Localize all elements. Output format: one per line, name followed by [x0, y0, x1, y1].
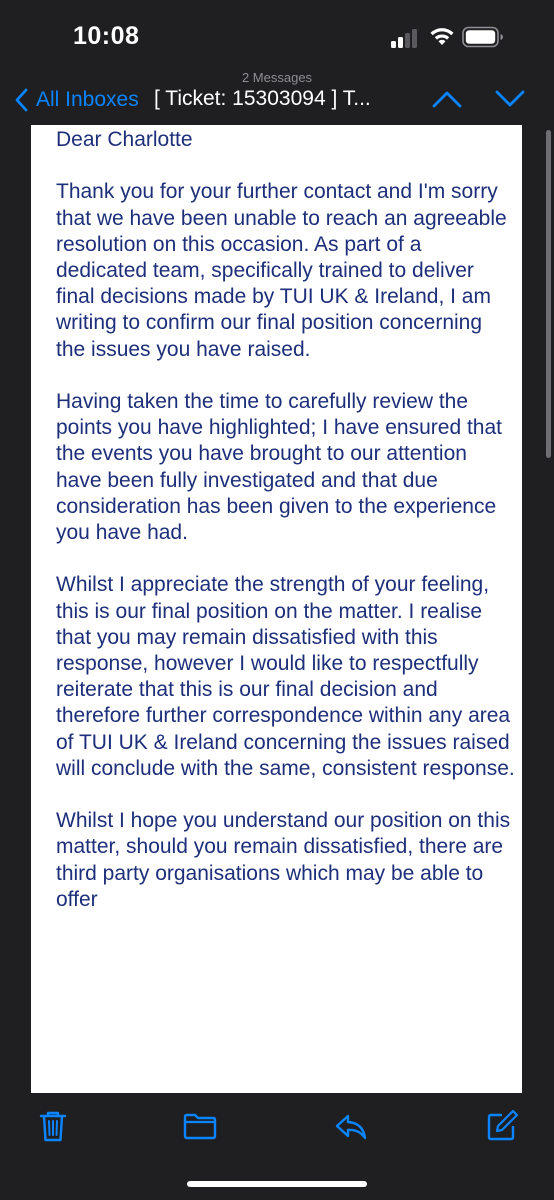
cellular-signal-icon	[391, 28, 421, 48]
email-paragraph: Whilst I appreciate the strength of your…	[56, 573, 515, 780]
folder-icon[interactable]	[182, 1108, 218, 1144]
message-count: 2 Messages	[241, 70, 313, 85]
compose-icon[interactable]	[484, 1108, 520, 1144]
back-button-label: All Inboxes	[36, 88, 139, 111]
status-bar: 10:08	[0, 0, 554, 70]
scrollbar[interactable]	[546, 130, 551, 458]
home-indicator[interactable]	[187, 1181, 367, 1187]
thread-subject: [ Ticket: 15303094 ] T...	[154, 87, 371, 110]
wifi-icon	[430, 28, 454, 45]
chevron-left-icon	[15, 88, 28, 112]
reply-icon[interactable]	[333, 1108, 369, 1144]
email-message[interactable]: Dear Charlotte Thank you for your furthe…	[31, 125, 522, 1093]
email-paragraph: Having taken the time to carefully revie…	[56, 390, 502, 545]
trash-icon[interactable]	[35, 1108, 71, 1144]
back-button[interactable]: All Inboxes	[14, 86, 139, 114]
email-paragraph: Thank you for your further contact and I…	[56, 180, 507, 361]
email-greeting: Dear Charlotte	[56, 128, 193, 151]
chevron-down-icon[interactable]	[494, 88, 526, 110]
mail-screen: 10:08 2 Messages All Inboxes [ Ticket: 1…	[0, 0, 554, 1200]
chevron-up-icon[interactable]	[431, 88, 463, 110]
email-body: Dear Charlotte Thank you for your furthe…	[56, 127, 516, 939]
navigation-bar: 2 Messages All Inboxes [ Ticket: 1530309…	[0, 70, 554, 125]
status-time: 10:08	[73, 22, 140, 50]
battery-icon	[462, 26, 503, 48]
email-paragraph: Whilst I hope you understand our positio…	[56, 809, 511, 911]
